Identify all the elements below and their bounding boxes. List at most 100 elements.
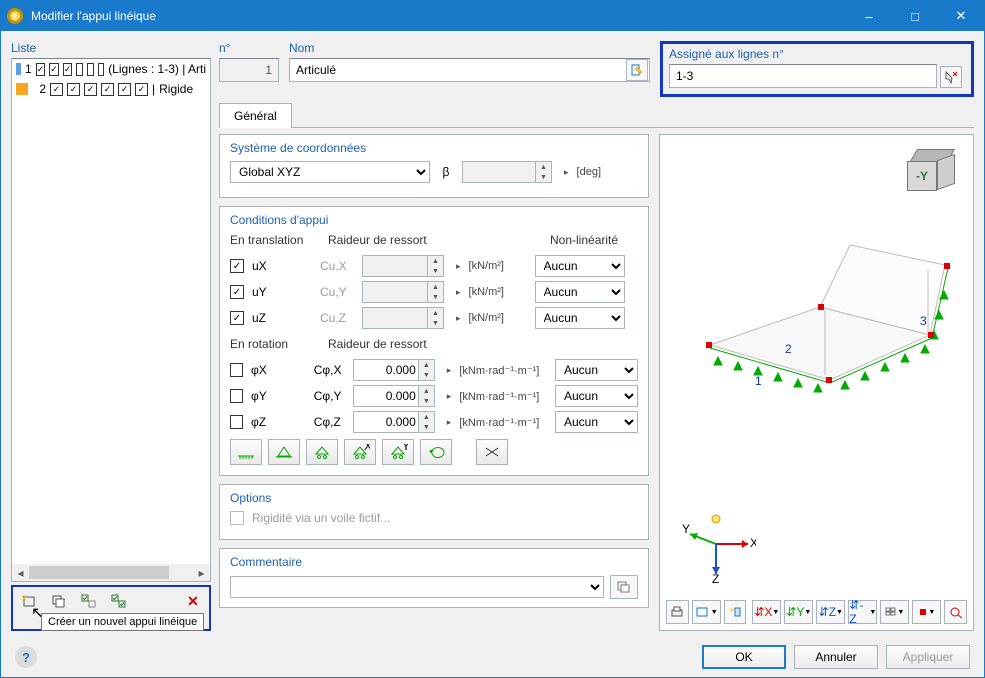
uz-checkbox[interactable]: ✓: [230, 311, 244, 325]
support-list[interactable]: 1 ✓✓✓ (Lignes : 1-3) | Arti 2 ✓✓✓ ✓✓✓ | …: [11, 58, 211, 582]
phiy-checkbox[interactable]: [230, 389, 243, 403]
check-icon: [76, 63, 83, 76]
spring-heading: Raideur de ressort: [328, 337, 468, 351]
preset-roller-y-button[interactable]: Y: [382, 439, 414, 465]
phix-nonlinearity-select[interactable]: Aucun: [555, 359, 638, 381]
close-button[interactable]: ✕: [938, 1, 984, 31]
rotation-heading: En rotation: [230, 337, 320, 351]
check-icon: ✓: [50, 83, 63, 96]
check-icon: ✓: [49, 63, 59, 76]
cphix-label: Cφ,X: [314, 363, 345, 377]
axis-x-button[interactable]: ⇵X▼: [752, 600, 781, 624]
delete-support-button[interactable]: ✕: [181, 590, 205, 612]
list-item-number: 2: [32, 82, 46, 96]
scroll-thumb[interactable]: [29, 566, 169, 579]
expand-icon[interactable]: ▸: [456, 261, 461, 272]
model-preview[interactable]: -Y: [659, 134, 974, 631]
spring-heading: Raideur de ressort: [328, 233, 468, 247]
list-toolbar: ✕ ↖ Créer un nouvel appui linéique: [11, 585, 211, 631]
row-phix: φX Cφ,X ▲▼ ▸ [kNm·rad⁻¹·m⁻¹] Aucun: [230, 359, 638, 381]
grid-button[interactable]: ▼: [880, 600, 909, 624]
marker-button[interactable]: ▼: [912, 600, 941, 624]
cancel-button[interactable]: Annuler: [794, 645, 878, 669]
scroll-right-button[interactable]: ▸: [193, 564, 210, 581]
uy-checkbox[interactable]: ✓: [230, 285, 244, 299]
list-item[interactable]: 1 ✓✓✓ (Lignes : 1-3) | Arti: [12, 59, 210, 79]
new-support-button[interactable]: [17, 590, 41, 612]
svg-text:X: X: [750, 536, 756, 550]
color-swatch-icon: [16, 83, 28, 95]
comment-select[interactable]: [230, 576, 604, 598]
phiz-checkbox[interactable]: [230, 415, 243, 429]
model-sketch: 1 2 3: [670, 225, 960, 425]
phiy-nonlinearity-select[interactable]: Aucun: [555, 385, 638, 407]
coord-system-select[interactable]: Global XYZ: [230, 161, 430, 183]
expand-icon[interactable]: ▸: [447, 391, 452, 402]
numero-label: n°: [219, 41, 279, 55]
help-button[interactable]: ?: [15, 646, 37, 668]
edit-name-button[interactable]: [626, 59, 648, 81]
phix-checkbox[interactable]: [230, 363, 243, 377]
unit-label: [kNm·rad⁻¹·m⁻¹]: [459, 364, 547, 377]
window-title: Modifier l'appui linéique: [31, 9, 846, 23]
cuz-label: Cu,Z: [320, 311, 354, 325]
ux-checkbox[interactable]: ✓: [230, 259, 244, 273]
check-icon: ✓: [118, 83, 131, 96]
minimize-button[interactable]: –: [846, 1, 892, 31]
axis-z-button[interactable]: ⇵Z▼: [816, 600, 845, 624]
print-view-button[interactable]: [666, 600, 689, 624]
unit-label: [kN/m²]: [469, 260, 527, 272]
ux-nonlinearity-select[interactable]: Aucun: [535, 255, 625, 277]
preset-rotate-button[interactable]: [420, 439, 452, 465]
expand-icon[interactable]: ▸: [447, 365, 452, 376]
nom-input[interactable]: [289, 58, 650, 82]
list-item-label: (Lignes : 1-3) | Arti: [108, 62, 206, 76]
ok-button[interactable]: OK: [702, 645, 786, 669]
view-mode-button[interactable]: ▼: [692, 600, 721, 624]
fictitious-wall-label: Rigidité via un voile fictif...: [252, 511, 390, 525]
options-title: Options: [230, 491, 638, 505]
expand-icon[interactable]: ▸: [456, 287, 461, 298]
h-scrollbar[interactable]: ◂ ▸: [12, 564, 210, 581]
expand-icon[interactable]: ▸: [564, 167, 569, 178]
assigned-lines-input[interactable]: [669, 64, 937, 88]
copy-support-button[interactable]: [47, 590, 71, 612]
apply-button: Appliquer: [886, 645, 970, 669]
preset-fixed-button[interactable]: [230, 439, 262, 465]
tab-general[interactable]: Général: [219, 103, 292, 128]
scroll-left-button[interactable]: ◂: [12, 564, 29, 581]
uz-nonlinearity-select[interactable]: Aucun: [535, 307, 625, 329]
assigned-label: Assigné aux lignes n°: [669, 47, 965, 61]
preset-roller-x-button[interactable]: X: [344, 439, 376, 465]
numero-input[interactable]: [219, 58, 279, 82]
show-loads-button[interactable]: [724, 600, 747, 624]
preset-roller-button[interactable]: [306, 439, 338, 465]
expand-icon[interactable]: ▸: [447, 417, 452, 428]
preset-hinged-button[interactable]: [268, 439, 300, 465]
maximize-button[interactable]: □: [892, 1, 938, 31]
svg-text:Y: Y: [402, 444, 408, 453]
uncheck-all-button[interactable]: [107, 590, 131, 612]
comment-library-button[interactable]: [610, 575, 638, 599]
axis-y-button[interactable]: ⇵Y▼: [784, 600, 813, 624]
titlebar: ✦ Modifier l'appui linéique – □ ✕: [1, 1, 984, 31]
tabstrip: Général: [219, 103, 974, 128]
fictitious-wall-checkbox[interactable]: [230, 511, 244, 525]
view-cube[interactable]: -Y: [903, 149, 959, 205]
phiz-nonlinearity-select[interactable]: Aucun: [555, 411, 638, 433]
beta-unit: [deg]: [577, 166, 601, 178]
expand-icon[interactable]: ▸: [456, 313, 461, 324]
check-icon: ✓: [36, 63, 46, 76]
list-item[interactable]: 2 ✓✓✓ ✓✓✓ | Rigide: [12, 79, 210, 99]
pick-lines-button[interactable]: [940, 66, 962, 88]
check-all-button[interactable]: [77, 590, 101, 612]
svg-text:1: 1: [755, 374, 762, 388]
zoom-extents-button[interactable]: [944, 600, 967, 624]
uz-label: uZ: [252, 311, 312, 325]
axis-neg-z-button[interactable]: ⇵-Z▼: [848, 600, 877, 624]
beta-label: β: [438, 165, 454, 179]
preset-free-button[interactable]: [476, 439, 508, 465]
check-icon: [98, 63, 105, 76]
uy-nonlinearity-select[interactable]: Aucun: [535, 281, 625, 303]
app-icon: ✦: [7, 8, 23, 24]
